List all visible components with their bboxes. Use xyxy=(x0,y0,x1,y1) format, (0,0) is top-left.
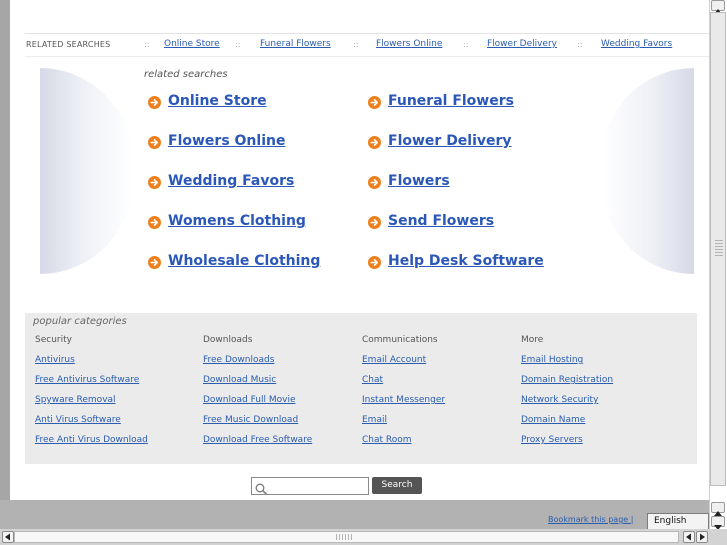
arrow-right-circle-icon xyxy=(368,136,381,149)
category-link[interactable]: Anti Virus Software xyxy=(35,415,190,435)
arrow-right-circle-icon xyxy=(148,176,161,189)
divider xyxy=(25,56,709,57)
category-column: Security Antivirus Free Antivirus Software… xyxy=(35,335,190,455)
category-link[interactable]: Free Antivirus Software xyxy=(35,375,190,395)
decorative-lens-left xyxy=(40,68,132,274)
related-search-link[interactable]: Flowers xyxy=(388,173,450,189)
arrow-right-circle-icon xyxy=(148,256,161,269)
separator: :: xyxy=(144,40,150,49)
scroll-up-button[interactable] xyxy=(711,0,725,14)
category-column: Communications Email Account Chat Instant M… xyxy=(362,335,517,455)
related-searches-label: RELATED SEARCHES xyxy=(26,40,111,49)
chevron-left-icon xyxy=(5,533,10,541)
category-link[interactable]: Domain Name xyxy=(521,415,676,435)
category-link[interactable]: Domain Registration xyxy=(521,375,676,395)
related-searches-bar: RELATED SEARCHES :: Online Store :: Fune… xyxy=(10,34,694,56)
category-link[interactable]: Instant Messenger xyxy=(362,395,517,415)
category-link[interactable]: Antivirus xyxy=(35,355,190,375)
language-select[interactable]: English xyxy=(647,513,709,530)
separator: :: xyxy=(463,40,469,49)
page-content: RELATED SEARCHES :: Online Store :: Fune… xyxy=(10,0,709,500)
scroll-down-button[interactable] xyxy=(711,516,725,530)
arrow-right-circle-icon xyxy=(368,216,381,229)
popular-categories-title: popular categories xyxy=(33,316,127,327)
category-link[interactable]: Spyware Removal xyxy=(35,395,190,415)
category-link[interactable]: Network Security xyxy=(521,395,676,415)
related-bar-link[interactable]: Wedding Favors xyxy=(601,39,672,49)
related-searches-title: related searches xyxy=(144,69,228,80)
category-column-title: Communications xyxy=(362,335,438,345)
related-bar-link[interactable]: Funeral Flowers xyxy=(260,39,331,49)
category-link[interactable]: Download Free Software xyxy=(203,435,358,455)
related-bar-link[interactable]: Online Store xyxy=(164,39,220,49)
scroll-left-button-right[interactable] xyxy=(683,531,695,543)
bookmark-link[interactable]: Bookmark this page | xyxy=(548,515,633,524)
scroll-up-button-lower[interactable] xyxy=(711,502,725,516)
category-column-title: Security xyxy=(35,335,72,345)
category-link[interactable]: Download Full Movie xyxy=(203,395,358,415)
related-search-link[interactable]: Flowers Online xyxy=(168,133,285,149)
scroll-right-button[interactable] xyxy=(696,531,708,543)
category-column: Downloads Free Downloads Download Music Dow… xyxy=(203,335,358,455)
category-link[interactable]: Download Music xyxy=(203,375,358,395)
arrow-right-circle-icon xyxy=(368,96,381,109)
category-link[interactable]: Email Account xyxy=(362,355,517,375)
scroll-left-button[interactable] xyxy=(2,531,14,543)
category-link[interactable]: Email xyxy=(362,415,517,435)
related-search-link[interactable]: Flower Delivery xyxy=(388,133,512,149)
separator: :: xyxy=(353,40,359,49)
category-link[interactable]: Email Hosting xyxy=(521,355,676,375)
scroll-grip-icon xyxy=(715,240,723,256)
arrow-right-circle-icon xyxy=(148,96,161,109)
arrow-right-circle-icon xyxy=(368,176,381,189)
separator: :: xyxy=(235,40,241,49)
category-column-title: More xyxy=(521,335,544,345)
search-field[interactable] xyxy=(251,477,369,495)
chevron-right-icon xyxy=(700,533,705,541)
related-search-link[interactable]: Wedding Favors xyxy=(168,173,294,189)
category-column-title: Downloads xyxy=(203,335,253,345)
related-search-link[interactable]: Online Store xyxy=(168,93,267,109)
related-search-link[interactable]: Womens Clothing xyxy=(168,213,306,229)
arrow-right-circle-icon xyxy=(148,216,161,229)
category-link[interactable]: Free Downloads xyxy=(203,355,358,375)
category-link[interactable]: Free Anti Virus Download xyxy=(35,435,190,455)
category-column: More Email Hosting Domain Registration Netw… xyxy=(521,335,676,455)
related-bar-link[interactable]: Flower Delivery xyxy=(487,39,557,49)
search-input[interactable] xyxy=(270,479,364,493)
related-search-link[interactable]: Help Desk Software xyxy=(388,253,544,269)
arrow-right-circle-icon xyxy=(368,256,381,269)
category-link[interactable]: Chat xyxy=(362,375,517,395)
category-link[interactable]: Proxy Servers xyxy=(521,435,676,455)
separator: :: xyxy=(577,40,583,49)
arrow-right-circle-icon xyxy=(148,136,161,149)
magnifier-icon xyxy=(255,480,268,499)
related-search-link[interactable]: Funeral Flowers xyxy=(388,93,514,109)
chevron-left-icon xyxy=(686,533,691,541)
related-search-link[interactable]: Wholesale Clothing xyxy=(168,253,320,269)
category-link[interactable]: Free Music Download xyxy=(203,415,358,435)
related-bar-link[interactable]: Flowers Online xyxy=(376,39,442,49)
scroll-grip-icon xyxy=(336,534,352,540)
decorative-lens-right xyxy=(602,68,694,274)
popular-categories-panel: popular categories Security Antivirus Free… xyxy=(25,313,697,464)
search-button[interactable]: Search xyxy=(372,477,422,494)
related-search-link[interactable]: Send Flowers xyxy=(388,213,494,229)
category-link[interactable]: Chat Room xyxy=(362,435,517,455)
